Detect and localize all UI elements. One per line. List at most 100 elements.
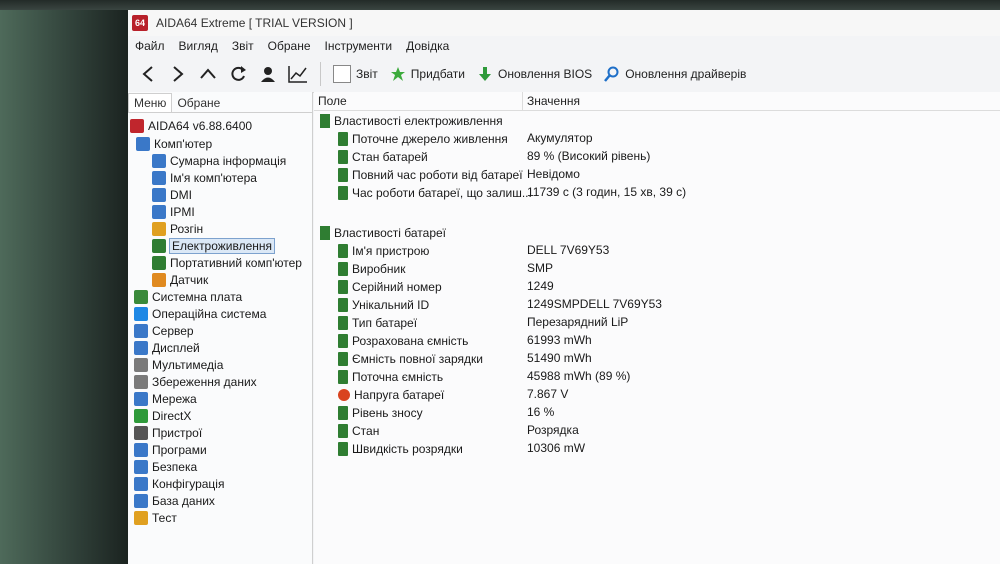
tree-item-label: IPMI <box>170 204 195 219</box>
tree-item[interactable]: IPMI <box>152 203 195 220</box>
tree-item[interactable]: Електроживлення <box>152 237 276 254</box>
buy-button-label: Придбати <box>410 67 466 81</box>
property-row[interactable]: Час роботи батареї, що залиш... <box>338 184 532 201</box>
menu-help[interactable]: Довідка <box>399 39 456 53</box>
property-row[interactable]: Поточне джерело живлення <box>338 130 508 147</box>
group-header[interactable]: Властивості батареї <box>320 224 446 241</box>
tab-menu[interactable]: Меню <box>128 93 173 112</box>
directx-icon <box>134 408 148 423</box>
menu-file[interactable]: Файл <box>128 39 172 53</box>
property-row[interactable]: Унікальний ID <box>338 296 429 313</box>
column-header-field[interactable]: Поле <box>318 92 347 110</box>
property-row[interactable]: Серійний номер <box>338 278 442 295</box>
refresh-button[interactable] <box>224 60 252 88</box>
tree-item[interactable]: Безпека <box>134 458 197 475</box>
tree-item-label: Дисплей <box>152 340 200 355</box>
back-icon <box>142 66 153 82</box>
pane-tabs: Меню Обране <box>128 92 312 113</box>
property-field: Стан <box>352 423 380 438</box>
tree-item-label: DMI <box>170 187 192 202</box>
menu-view[interactable]: Вигляд <box>172 39 225 53</box>
property-value: Невідомо <box>527 167 580 181</box>
tree-item[interactable]: Пристрої <box>134 424 202 441</box>
tree-item[interactable]: DMI <box>152 186 192 203</box>
property-field: Час роботи батареї, що залиш... <box>352 185 532 200</box>
property-row[interactable]: Ємність повної зарядки <box>338 350 483 367</box>
tree-item[interactable]: Збереження даних <box>134 373 257 390</box>
tab-favorites[interactable]: Обране <box>172 94 225 112</box>
tree-item[interactable]: Ім'я комп'ютера <box>152 169 257 186</box>
tree-item[interactable]: Комп'ютер <box>136 135 212 152</box>
voltage-icon <box>338 388 350 401</box>
tree-item[interactable]: AIDA64 v6.88.6400 <box>130 117 252 134</box>
header-divider <box>314 110 1000 111</box>
group-header[interactable]: Властивості електроживлення <box>320 112 503 129</box>
tree-item[interactable]: Тест <box>134 509 177 526</box>
tree-item[interactable]: Конфігурація <box>134 475 224 492</box>
forward-icon <box>173 66 184 82</box>
driver-update-button[interactable]: Оновлення драйверів <box>598 60 752 88</box>
property-value: 10306 mW <box>527 441 586 455</box>
column-header-value[interactable]: Значення <box>527 92 580 110</box>
property-value: Акумулятор <box>527 131 593 145</box>
tree-item-label: Операційна система <box>152 306 267 321</box>
tree-item[interactable]: Операційна система <box>134 305 266 322</box>
devices-icon <box>134 425 148 440</box>
tree-item[interactable]: DirectX <box>134 407 191 424</box>
property-row[interactable]: Розрахована ємність <box>338 332 468 349</box>
buy-button[interactable]: Придбати <box>384 60 471 88</box>
property-field: Швидкість розрядки <box>352 441 463 456</box>
screen-bezel-top <box>0 0 1000 10</box>
bios-update-button[interactable]: Оновлення BIOS <box>471 60 598 88</box>
tree-item[interactable]: База даних <box>134 492 215 509</box>
tree-item[interactable]: Мережа <box>134 390 197 407</box>
property-field: Серійний номер <box>352 279 442 294</box>
overclock-icon <box>152 221 166 236</box>
back-button[interactable] <box>134 60 162 88</box>
property-field: Стан батарей <box>352 149 428 164</box>
property-row[interactable]: Стан <box>338 422 379 439</box>
tree-item-label: Збереження даних <box>152 374 257 389</box>
tree-item[interactable]: Сумарна інформація <box>152 152 286 169</box>
battery-icon <box>338 405 348 420</box>
property-field: Рівень зносу <box>352 405 423 420</box>
report-button[interactable]: Звіт <box>327 60 384 88</box>
property-row[interactable]: Тип батареї <box>338 314 417 331</box>
toolbar-separator <box>320 62 321 86</box>
tree-item[interactable]: Програми <box>134 441 207 458</box>
screen-bezel <box>0 0 128 564</box>
tree-item[interactable]: Системна плата <box>134 288 242 305</box>
battery-icon <box>338 369 348 384</box>
property-row[interactable]: Ім'я пристрою <box>338 242 429 259</box>
property-row[interactable]: Рівень зносу <box>338 404 423 421</box>
menu-report[interactable]: Звіт <box>225 39 261 53</box>
menu-tools[interactable]: Інструменти <box>318 39 400 53</box>
tree-item[interactable]: Мультимедіа <box>134 356 223 373</box>
tree-item[interactable]: Розгін <box>152 220 203 237</box>
property-row[interactable]: Поточна ємність <box>338 368 443 385</box>
forward-button[interactable] <box>164 60 192 88</box>
user-button[interactable] <box>254 60 282 88</box>
property-row[interactable]: Виробник <box>338 260 406 277</box>
battery-icon <box>338 315 348 330</box>
property-row[interactable]: Стан батарей <box>338 148 428 165</box>
tree-item[interactable]: Портативний комп'ютер <box>152 254 302 271</box>
chart-button[interactable] <box>284 60 312 88</box>
property-value: 7.867 V <box>527 387 569 401</box>
magnifier-icon <box>604 66 619 82</box>
tree-item-label: Сервер <box>152 323 194 338</box>
menu-favorites[interactable]: Обране <box>261 39 318 53</box>
tree-item[interactable]: Датчик <box>152 271 208 288</box>
column-divider[interactable] <box>522 92 523 110</box>
property-row[interactable]: Напруга батареї <box>338 386 444 403</box>
property-row[interactable]: Повний час роботи від батареї <box>338 166 523 183</box>
property-value: 89 % (Високий рівень) <box>527 149 651 163</box>
up-button[interactable] <box>194 60 222 88</box>
display-icon <box>134 340 148 355</box>
property-field: Ім'я пристрою <box>352 243 430 258</box>
tree-item-label: Розгін <box>170 221 204 236</box>
tree-item[interactable]: Сервер <box>134 322 194 339</box>
config-icon <box>134 476 148 491</box>
tree-item[interactable]: Дисплей <box>134 339 200 356</box>
property-row[interactable]: Швидкість розрядки <box>338 440 463 457</box>
